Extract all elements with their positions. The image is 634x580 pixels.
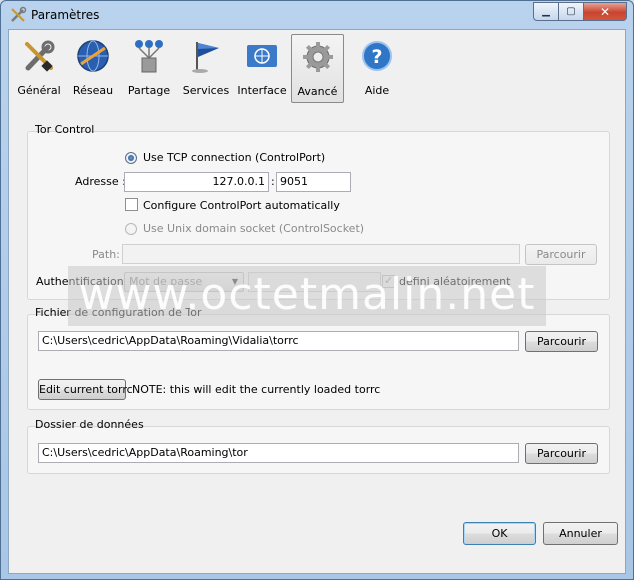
tab-general[interactable]: Général [14,34,64,103]
tab-advanced-label: Avancé [297,85,338,98]
tab-network[interactable]: Réseau [67,34,119,103]
torrc-title: Fichier de configuration de Tor [35,306,202,319]
un-flag-icon [247,45,277,67]
tor-control-group: Tor Control Use TCP connection (ControlP… [27,123,610,300]
minimize-button[interactable]: ▁ [533,2,559,21]
tab-general-label: Général [17,84,61,97]
data-dir-group: Dossier de données C:\Users\cedric\AppDa… [27,418,610,474]
password-input[interactable] [248,272,381,292]
window-controls: ▁ ▢ ✕ [533,2,627,21]
tools-icon [11,6,27,22]
gear-icon [302,42,333,72]
random-password-label: défini aléatoirement [399,275,511,288]
torrc-group: Fichier de configuration de Tor C:\Users… [27,306,610,410]
tab-network-label: Réseau [72,84,114,97]
address-label: Adresse : [75,175,126,188]
settings-window: Paramètres ▁ ▢ ✕ Général Réseau Partage … [0,0,634,580]
configure-auto-label: Configure ControlPort automatically [143,199,340,212]
auth-select-value: Mot de passe [129,275,203,288]
unix-socket-radio[interactable] [125,223,137,235]
auth-select[interactable]: Mot de passe ▼ [124,272,244,292]
settings-toolbar: Général Réseau Partage Services Interfac… [9,30,625,110]
sharing-icon [135,40,163,73]
auth-label: Authentification : [36,275,131,288]
tab-services[interactable]: Services [177,34,235,103]
tab-services-label: Services [182,84,230,97]
port-separator: : [271,175,275,188]
checkmark-icon: ✓ [384,274,394,287]
data-dir-browse-button[interactable]: Parcourir [525,443,598,464]
data-dir-title: Dossier de données [35,418,144,431]
tab-interface[interactable]: Interface [235,34,289,103]
cancel-button[interactable]: Annuler [543,522,618,545]
torrc-browse-button[interactable]: Parcourir [525,331,598,352]
tab-sharing[interactable]: Partage [123,34,175,103]
torrc-path-input[interactable]: C:\Users\cedric\AppData\Roaming\Vidalia\… [38,331,519,351]
unix-socket-label: Use Unix domain socket (ControlSocket) [143,222,365,235]
titlebar[interactable]: Paramètres ▁ ▢ ✕ [1,1,633,29]
maximize-button[interactable]: ▢ [559,2,584,21]
network-globe-icon [77,40,109,72]
path-input[interactable] [122,244,520,264]
edit-torrc-button[interactable]: Edit current torrc [38,379,133,400]
chevron-down-icon: ▼ [231,277,238,286]
window-title: Paramètres [31,8,100,22]
port-input[interactable]: 9051 [276,172,351,192]
use-tcp-label: Use TCP connection (ControlPort) [143,151,326,164]
torrc-note: NOTE: this will edit the currently loade… [132,383,381,396]
tab-advanced[interactable]: Avancé [291,34,344,103]
tab-help-label: Aide [364,84,390,97]
tools-icon [25,40,55,72]
address-input[interactable]: 127.0.0.1 [124,172,269,192]
ok-button[interactable]: OK [463,522,536,545]
tab-interface-label: Interface [237,84,287,97]
close-button[interactable]: ✕ [584,2,627,21]
path-label: Path: [92,248,120,261]
maximize-icon: ▢ [566,6,576,17]
configure-auto-checkbox[interactable] [125,198,138,211]
data-dir-input[interactable]: C:\Users\cedric\AppData\Roaming\tor [38,443,519,463]
random-password-checkbox[interactable]: ✓ [382,274,395,288]
tor-control-title: Tor Control [35,123,95,136]
tab-help[interactable]: ? Aide [352,34,402,103]
close-icon: ✕ [599,4,611,19]
svg-text:?: ? [371,46,382,68]
path-browse-button[interactable]: Parcourir [525,244,597,265]
tab-sharing-label: Partage [127,84,171,97]
use-tcp-radio[interactable] [125,152,137,164]
minimize-icon: ▁ [542,6,550,17]
help-icon: ? [362,41,392,71]
dialog-client: Général Réseau Partage Services Interfac… [8,29,626,574]
flag-icon [192,42,219,73]
